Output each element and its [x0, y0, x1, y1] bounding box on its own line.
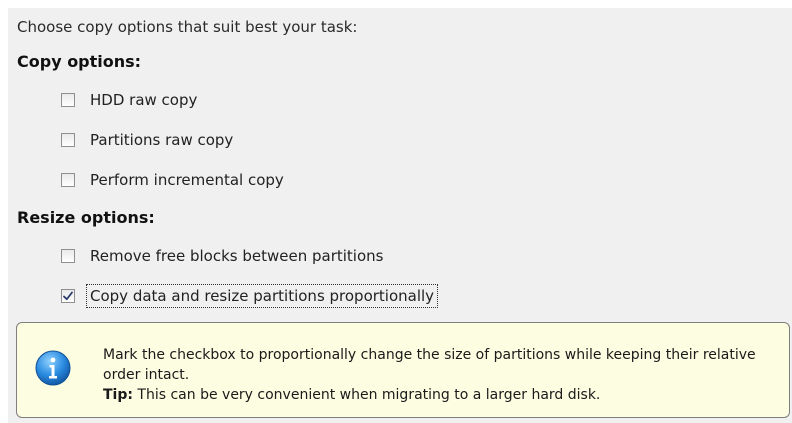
option-label[interactable]: Perform incremental copy — [87, 169, 287, 191]
info-icon — [35, 350, 71, 386]
option-label[interactable]: Remove free blocks between partitions — [87, 245, 386, 267]
option-label[interactable]: Partitions raw copy — [87, 129, 236, 151]
option-label[interactable]: HDD raw copy — [87, 89, 200, 111]
checkbox-box[interactable] — [61, 133, 75, 147]
resize-proportionally-checkbox[interactable]: Copy data and resize partitions proporti… — [61, 284, 439, 308]
tip-text: Mark the checkbox to proportionally chan… — [103, 345, 783, 405]
tip-detail: This can be very convenient when migrati… — [132, 387, 601, 403]
incremental-copy-checkbox[interactable]: Perform incremental copy — [61, 168, 287, 192]
remove-free-blocks-checkbox[interactable]: Remove free blocks between partitions — [61, 244, 386, 268]
copy-options-title: Copy options: — [17, 52, 142, 71]
copy-options-panel: Choose copy options that suit best your … — [8, 8, 792, 423]
checkmark-icon — [63, 291, 73, 301]
tip-label: Tip: — [103, 387, 133, 403]
checkbox-box[interactable] — [61, 249, 75, 263]
partitions-raw-copy-checkbox[interactable]: Partitions raw copy — [61, 128, 236, 152]
checkbox-box-checked[interactable] — [61, 289, 75, 303]
resize-options-title: Resize options: — [17, 208, 155, 227]
tip-box: Mark the checkbox to proportionally chan… — [16, 322, 790, 418]
hdd-raw-copy-checkbox[interactable]: HDD raw copy — [61, 88, 200, 112]
option-label[interactable]: Copy data and resize partitions proporti… — [85, 284, 439, 308]
checkbox-box[interactable] — [61, 173, 75, 187]
checkbox-box[interactable] — [61, 93, 75, 107]
intro-text: Choose copy options that suit best your … — [17, 18, 358, 36]
tip-message: Mark the checkbox to proportionally chan… — [103, 347, 756, 383]
